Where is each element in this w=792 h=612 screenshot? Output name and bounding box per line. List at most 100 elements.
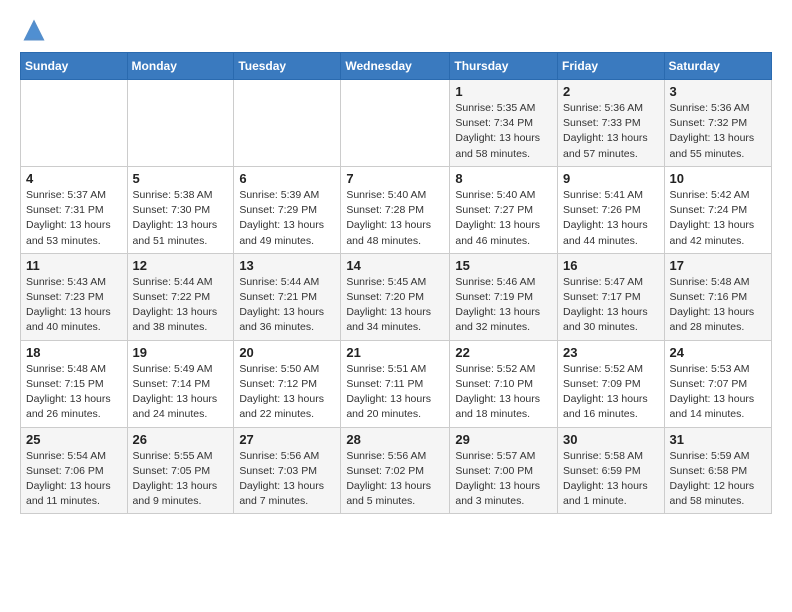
calendar-cell: 29Sunrise: 5:57 AMSunset: 7:00 PMDayligh…: [450, 427, 558, 514]
day-number: 26: [133, 432, 229, 447]
day-info: Sunrise: 5:50 AMSunset: 7:12 PMDaylight:…: [239, 362, 335, 423]
day-number: 15: [455, 258, 552, 273]
calendar-cell: 11 Sunrise: 5:43 AMSunset: 7:23 PMDayligh…: [21, 253, 128, 340]
calendar-cell: 16Sunrise: 5:47 AMSunset: 7:17 PMDayligh…: [558, 253, 665, 340]
calendar-cell: 25 Sunrise: 5:54 AMSunset: 7:06 PMDayligh…: [21, 427, 128, 514]
day-info: Sunrise: 5:37 AMSunset: 7:31 PMDaylight:…: [26, 188, 122, 249]
calendar-cell: 23 Sunrise: 5:52 AMSunset: 7:09 PMDayligh…: [558, 340, 665, 427]
calendar-cell: 10 Sunrise: 5:42 AMSunset: 7:24 PMDayligh…: [664, 166, 771, 253]
calendar-cell: [341, 80, 450, 167]
day-info: Sunrise: 5:48 AMSunset: 7:16 PMDaylight:…: [670, 275, 766, 336]
calendar-cell: 7 Sunrise: 5:40 AMSunset: 7:28 PMDaylight…: [341, 166, 450, 253]
page-header: [20, 16, 772, 44]
day-number: 2: [563, 84, 659, 99]
day-number: 4: [26, 171, 122, 186]
day-number: 24: [670, 345, 766, 360]
calendar-cell: 3 Sunrise: 5:36 AMSunset: 7:32 PMDaylight…: [664, 80, 771, 167]
calendar-week-3: 11 Sunrise: 5:43 AMSunset: 7:23 PMDayligh…: [21, 253, 772, 340]
day-number: 23: [563, 345, 659, 360]
day-number: 11: [26, 258, 122, 273]
day-number: 18: [26, 345, 122, 360]
day-number: 27: [239, 432, 335, 447]
day-info: Sunrise: 5:52 AMSunset: 7:09 PMDaylight:…: [563, 362, 659, 423]
day-info: Sunrise: 5:59 AMSunset: 6:58 PMDaylight:…: [670, 449, 766, 510]
calendar-cell: 13 Sunrise: 5:44 AMSunset: 7:21 PMDayligh…: [234, 253, 341, 340]
calendar-week-1: 1 Sunrise: 5:35 AMSunset: 7:34 PMDaylight…: [21, 80, 772, 167]
day-info: Sunrise: 5:49 AMSunset: 7:14 PMDaylight:…: [133, 362, 229, 423]
calendar-cell: 30Sunrise: 5:58 AMSunset: 6:59 PMDayligh…: [558, 427, 665, 514]
day-number: 6: [239, 171, 335, 186]
calendar-cell: 9 Sunrise: 5:41 AMSunset: 7:26 PMDaylight…: [558, 166, 665, 253]
day-info: Sunrise: 5:55 AMSunset: 7:05 PMDaylight:…: [133, 449, 229, 510]
day-info: Sunrise: 5:44 AMSunset: 7:22 PMDaylight:…: [133, 275, 229, 336]
calendar-week-5: 25 Sunrise: 5:54 AMSunset: 7:06 PMDayligh…: [21, 427, 772, 514]
header-thursday: Thursday: [450, 53, 558, 80]
day-info: Sunrise: 5:56 AMSunset: 7:03 PMDaylight:…: [239, 449, 335, 510]
day-info: Sunrise: 5:41 AMSunset: 7:26 PMDaylight:…: [563, 188, 659, 249]
day-number: 9: [563, 171, 659, 186]
day-number: 10: [670, 171, 766, 186]
day-info: Sunrise: 5:43 AMSunset: 7:23 PMDaylight:…: [26, 275, 122, 336]
calendar-cell: 1 Sunrise: 5:35 AMSunset: 7:34 PMDaylight…: [450, 80, 558, 167]
day-info: Sunrise: 5:39 AMSunset: 7:29 PMDaylight:…: [239, 188, 335, 249]
calendar-cell: 18 Sunrise: 5:48 AMSunset: 7:15 PMDayligh…: [21, 340, 128, 427]
calendar-cell: 20 Sunrise: 5:50 AMSunset: 7:12 PMDayligh…: [234, 340, 341, 427]
day-number: 30: [563, 432, 659, 447]
day-info: Sunrise: 5:57 AMSunset: 7:00 PMDaylight:…: [455, 449, 552, 510]
calendar-cell: [21, 80, 128, 167]
day-info: Sunrise: 5:47 AMSunset: 7:17 PMDaylight:…: [563, 275, 659, 336]
day-number: 31: [670, 432, 766, 447]
day-info: Sunrise: 5:52 AMSunset: 7:10 PMDaylight:…: [455, 362, 552, 423]
day-info: Sunrise: 5:48 AMSunset: 7:15 PMDaylight:…: [26, 362, 122, 423]
calendar-cell: 22 Sunrise: 5:52 AMSunset: 7:10 PMDayligh…: [450, 340, 558, 427]
day-number: 8: [455, 171, 552, 186]
day-number: 1: [455, 84, 552, 99]
day-info: Sunrise: 5:44 AMSunset: 7:21 PMDaylight:…: [239, 275, 335, 336]
day-number: 14: [346, 258, 444, 273]
calendar-cell: 12 Sunrise: 5:44 AMSunset: 7:22 PMDayligh…: [127, 253, 234, 340]
header-saturday: Saturday: [664, 53, 771, 80]
day-number: 3: [670, 84, 766, 99]
calendar-cell: 14 Sunrise: 5:45 AMSunset: 7:20 PMDayligh…: [341, 253, 450, 340]
calendar-cell: 19 Sunrise: 5:49 AMSunset: 7:14 PMDayligh…: [127, 340, 234, 427]
calendar-cell: 26 Sunrise: 5:55 AMSunset: 7:05 PMDayligh…: [127, 427, 234, 514]
calendar-week-4: 18 Sunrise: 5:48 AMSunset: 7:15 PMDayligh…: [21, 340, 772, 427]
day-number: 13: [239, 258, 335, 273]
header-friday: Friday: [558, 53, 665, 80]
logo-icon: [20, 16, 48, 44]
day-info: Sunrise: 5:42 AMSunset: 7:24 PMDaylight:…: [670, 188, 766, 249]
day-info: Sunrise: 5:51 AMSunset: 7:11 PMDaylight:…: [346, 362, 444, 423]
day-info: Sunrise: 5:54 AMSunset: 7:06 PMDaylight:…: [26, 449, 122, 510]
day-info: Sunrise: 5:40 AMSunset: 7:28 PMDaylight:…: [346, 188, 444, 249]
day-info: Sunrise: 5:35 AMSunset: 7:34 PMDaylight:…: [455, 101, 552, 162]
day-number: 19: [133, 345, 229, 360]
day-number: 17: [670, 258, 766, 273]
header-monday: Monday: [127, 53, 234, 80]
header-tuesday: Tuesday: [234, 53, 341, 80]
day-info: Sunrise: 5:36 AMSunset: 7:33 PMDaylight:…: [563, 101, 659, 162]
day-number: 5: [133, 171, 229, 186]
calendar-cell: 2 Sunrise: 5:36 AMSunset: 7:33 PMDaylight…: [558, 80, 665, 167]
day-number: 12: [133, 258, 229, 273]
header-sunday: Sunday: [21, 53, 128, 80]
day-number: 25: [26, 432, 122, 447]
day-info: Sunrise: 5:38 AMSunset: 7:30 PMDaylight:…: [133, 188, 229, 249]
calendar-cell: 21Sunrise: 5:51 AMSunset: 7:11 PMDayligh…: [341, 340, 450, 427]
day-number: 7: [346, 171, 444, 186]
day-info: Sunrise: 5:45 AMSunset: 7:20 PMDaylight:…: [346, 275, 444, 336]
day-number: 20: [239, 345, 335, 360]
calendar-cell: 8 Sunrise: 5:40 AMSunset: 7:27 PMDaylight…: [450, 166, 558, 253]
calendar-cell: 17 Sunrise: 5:48 AMSunset: 7:16 PMDayligh…: [664, 253, 771, 340]
calendar-cell: 28Sunrise: 5:56 AMSunset: 7:02 PMDayligh…: [341, 427, 450, 514]
calendar-header-row: SundayMondayTuesdayWednesdayThursdayFrid…: [21, 53, 772, 80]
calendar-week-2: 4 Sunrise: 5:37 AMSunset: 7:31 PMDaylight…: [21, 166, 772, 253]
logo: [20, 16, 52, 44]
calendar-cell: 4 Sunrise: 5:37 AMSunset: 7:31 PMDaylight…: [21, 166, 128, 253]
day-info: Sunrise: 5:40 AMSunset: 7:27 PMDaylight:…: [455, 188, 552, 249]
day-info: Sunrise: 5:36 AMSunset: 7:32 PMDaylight:…: [670, 101, 766, 162]
calendar-table: SundayMondayTuesdayWednesdayThursdayFrid…: [20, 52, 772, 514]
calendar-cell: 27 Sunrise: 5:56 AMSunset: 7:03 PMDayligh…: [234, 427, 341, 514]
calendar-cell: 31 Sunrise: 5:59 AMSunset: 6:58 PMDayligh…: [664, 427, 771, 514]
calendar-cell: 6 Sunrise: 5:39 AMSunset: 7:29 PMDaylight…: [234, 166, 341, 253]
day-number: 22: [455, 345, 552, 360]
